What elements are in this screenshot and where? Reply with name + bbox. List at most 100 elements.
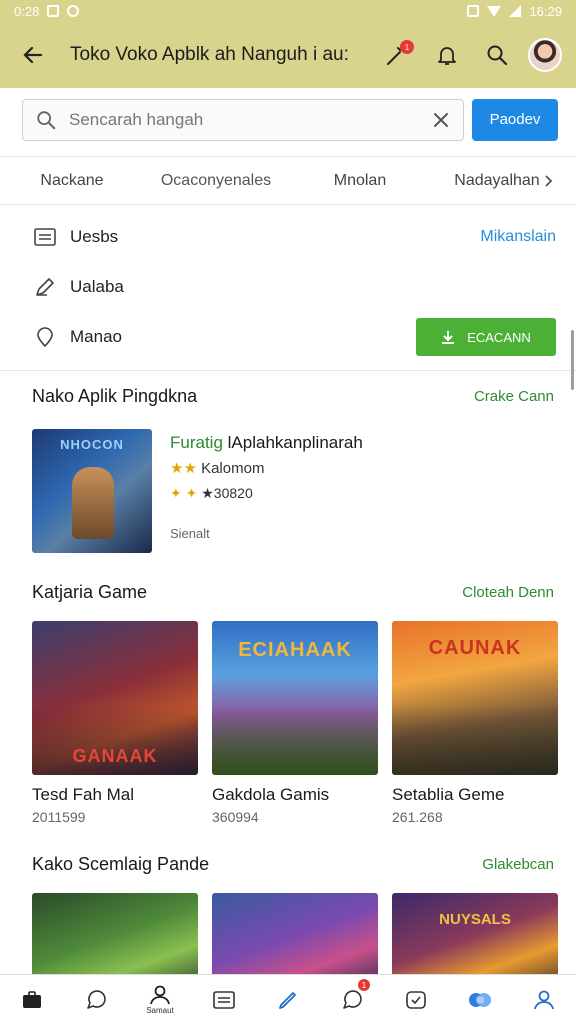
pencil-icon xyxy=(32,274,58,300)
notification-badge: 1 xyxy=(400,40,414,54)
nav-item-chat[interactable] xyxy=(64,975,128,1024)
featured-app-rating: ★★ Kalomom xyxy=(170,459,363,477)
art-title: GANAAK xyxy=(72,746,158,766)
more-carousel: NUYSALS xyxy=(0,887,576,987)
section-title: Katjaria Game xyxy=(32,581,148,602)
game-card-art: GANAAK xyxy=(32,621,198,775)
cloud-icon xyxy=(469,992,491,1007)
tab-mnolan[interactable]: Mnolan xyxy=(288,158,432,205)
nav-label: Samaut xyxy=(146,1005,174,1015)
section-title: Nako Aplik Pingdkna xyxy=(32,385,198,406)
scrollbar[interactable] xyxy=(571,330,574,390)
game-meta: 360994 xyxy=(212,809,259,825)
search-button[interactable] xyxy=(478,36,516,74)
section-link[interactable]: Glakebcan xyxy=(482,856,554,873)
menu-item-manao[interactable]: Manao ECACANN xyxy=(32,312,556,362)
person-icon xyxy=(150,985,170,1004)
nav-item-profile[interactable] xyxy=(512,975,576,1024)
clear-icon[interactable] xyxy=(431,110,451,130)
search-submit-button[interactable]: Paodev xyxy=(472,98,558,141)
nav-item-camera[interactable] xyxy=(384,975,448,1024)
rating-stars: ★★ xyxy=(170,460,197,477)
games-carousel: GANAAK Tesd Fah Mal 2011599 ECIAHAAK Gak… xyxy=(0,615,576,835)
download-icon xyxy=(442,331,455,344)
section-link[interactable]: Crake Cann xyxy=(474,388,554,405)
wifi-icon xyxy=(487,5,502,17)
rating-text: Kalomom xyxy=(201,460,265,477)
menu-link[interactable]: Mikanslain xyxy=(480,228,556,246)
divider xyxy=(0,370,576,371)
search-row: Paodev xyxy=(0,88,576,142)
nav-item-briefcase[interactable] xyxy=(0,975,64,1024)
section-title: Kako Scemlaig Pande xyxy=(32,853,210,874)
search-icon xyxy=(487,45,508,66)
tab-nadayalhan-label: Nadayalhan xyxy=(454,172,540,189)
status-left: 0:28 xyxy=(14,3,80,19)
download-button-label: ECACANN xyxy=(467,329,531,345)
more-card[interactable]: NUYSALS xyxy=(392,893,558,987)
featured-app-tag: Sienalt xyxy=(170,526,210,541)
featured-app-meta: ✦ ✦ ★30820 xyxy=(170,485,363,502)
edit-icon xyxy=(279,991,296,1009)
games-header: Katjaria Game Cloteah Denn xyxy=(0,569,576,615)
menu-item-label: Manao xyxy=(70,327,122,346)
game-card[interactable]: CAUNAK Setablia Geme 261.268 xyxy=(392,621,558,835)
more-header: Kako Scemlaig Pande Glakebcan xyxy=(0,841,576,887)
nav-item-cloud[interactable] xyxy=(448,975,512,1024)
download-button[interactable]: ECACANN xyxy=(416,318,556,356)
list-icon xyxy=(32,224,58,250)
game-meta: 2011599 xyxy=(32,809,86,825)
section-link[interactable]: Cloteah Denn xyxy=(462,584,554,601)
game-card[interactable]: ECIAHAAK Gakdola Gamis 360994 xyxy=(212,621,378,835)
avatar[interactable] xyxy=(528,38,562,72)
tab-nadayalhan[interactable]: Nadayalhan xyxy=(432,158,576,205)
nav-item-list[interactable] xyxy=(192,975,256,1024)
art-title: CAUNAK xyxy=(428,637,522,659)
menu-item-label: Ualaba xyxy=(70,277,124,296)
app-bar: Toko Voko Apblk ah Nanguh i au: 1 xyxy=(0,22,576,88)
featured-app-art: NHOCON xyxy=(32,429,152,553)
featured-app[interactable]: NHOCON Furatig lAplahkanplinarah ★★ Kalo… xyxy=(0,419,576,555)
menu-item-ualaba[interactable]: Ualaba xyxy=(32,262,556,312)
location-pin-icon xyxy=(32,324,58,350)
featured-app-info: Furatig lAplahkanplinarah ★★ Kalomom ✦ ✦… xyxy=(152,429,363,555)
signal-icon xyxy=(509,5,522,17)
menu-item-uesbs[interactable]: Uesbs Mikanslain xyxy=(32,212,556,262)
meta-count: ★30820 xyxy=(201,485,253,501)
status-time-right: 16:29 xyxy=(529,3,562,19)
tab-nackane[interactable]: Nackane xyxy=(0,158,144,205)
game-card[interactable]: GANAAK Tesd Fah Mal 2011599 xyxy=(32,621,198,835)
game-name: Gakdola Gamis xyxy=(212,785,330,804)
search-input[interactable] xyxy=(69,109,419,130)
art-figure xyxy=(72,467,114,539)
nav-badge: 1 xyxy=(358,979,370,991)
art-title: ECIAHAAK xyxy=(238,639,352,661)
nav-item-person[interactable]: Samaut xyxy=(128,975,192,1024)
menu-item-label: Uesbs xyxy=(70,227,119,246)
game-card-art: CAUNAK xyxy=(392,621,558,775)
nav-item-notifications[interactable]: 1 xyxy=(320,975,384,1024)
art-title: NUYSALS xyxy=(439,911,511,928)
name-lead: Furatig xyxy=(170,433,223,452)
list-card-icon xyxy=(213,990,235,1009)
bell-icon xyxy=(438,47,456,65)
gallery-icon xyxy=(47,5,60,17)
more-card[interactable] xyxy=(32,893,198,987)
name-rest: lAplahkanplinarah xyxy=(222,433,363,452)
menu-list: Uesbs Mikanslain Ualaba Manao ECACANN xyxy=(0,206,576,362)
briefcase-icon xyxy=(23,990,41,1008)
featured-app-name: Furatig lAplahkanplinarah xyxy=(170,433,363,453)
profile-icon xyxy=(534,990,554,1009)
back-button[interactable] xyxy=(18,40,48,70)
tab-ocaconyenales[interactable]: Ocaconyenales xyxy=(144,158,288,205)
more-card[interactable] xyxy=(212,893,378,987)
meta-badges: ✦ ✦ xyxy=(170,485,198,501)
nav-item-edit[interactable] xyxy=(256,975,320,1024)
game-name: Setablia Geme xyxy=(392,785,505,804)
camera-icon xyxy=(406,990,426,1009)
game-name: Tesd Fah Mal xyxy=(32,785,135,804)
wand-button[interactable]: 1 xyxy=(378,36,416,74)
chevron-right-icon xyxy=(545,175,552,187)
status-time-left: 0:28 xyxy=(14,3,40,19)
notifications-button[interactable] xyxy=(428,36,466,74)
